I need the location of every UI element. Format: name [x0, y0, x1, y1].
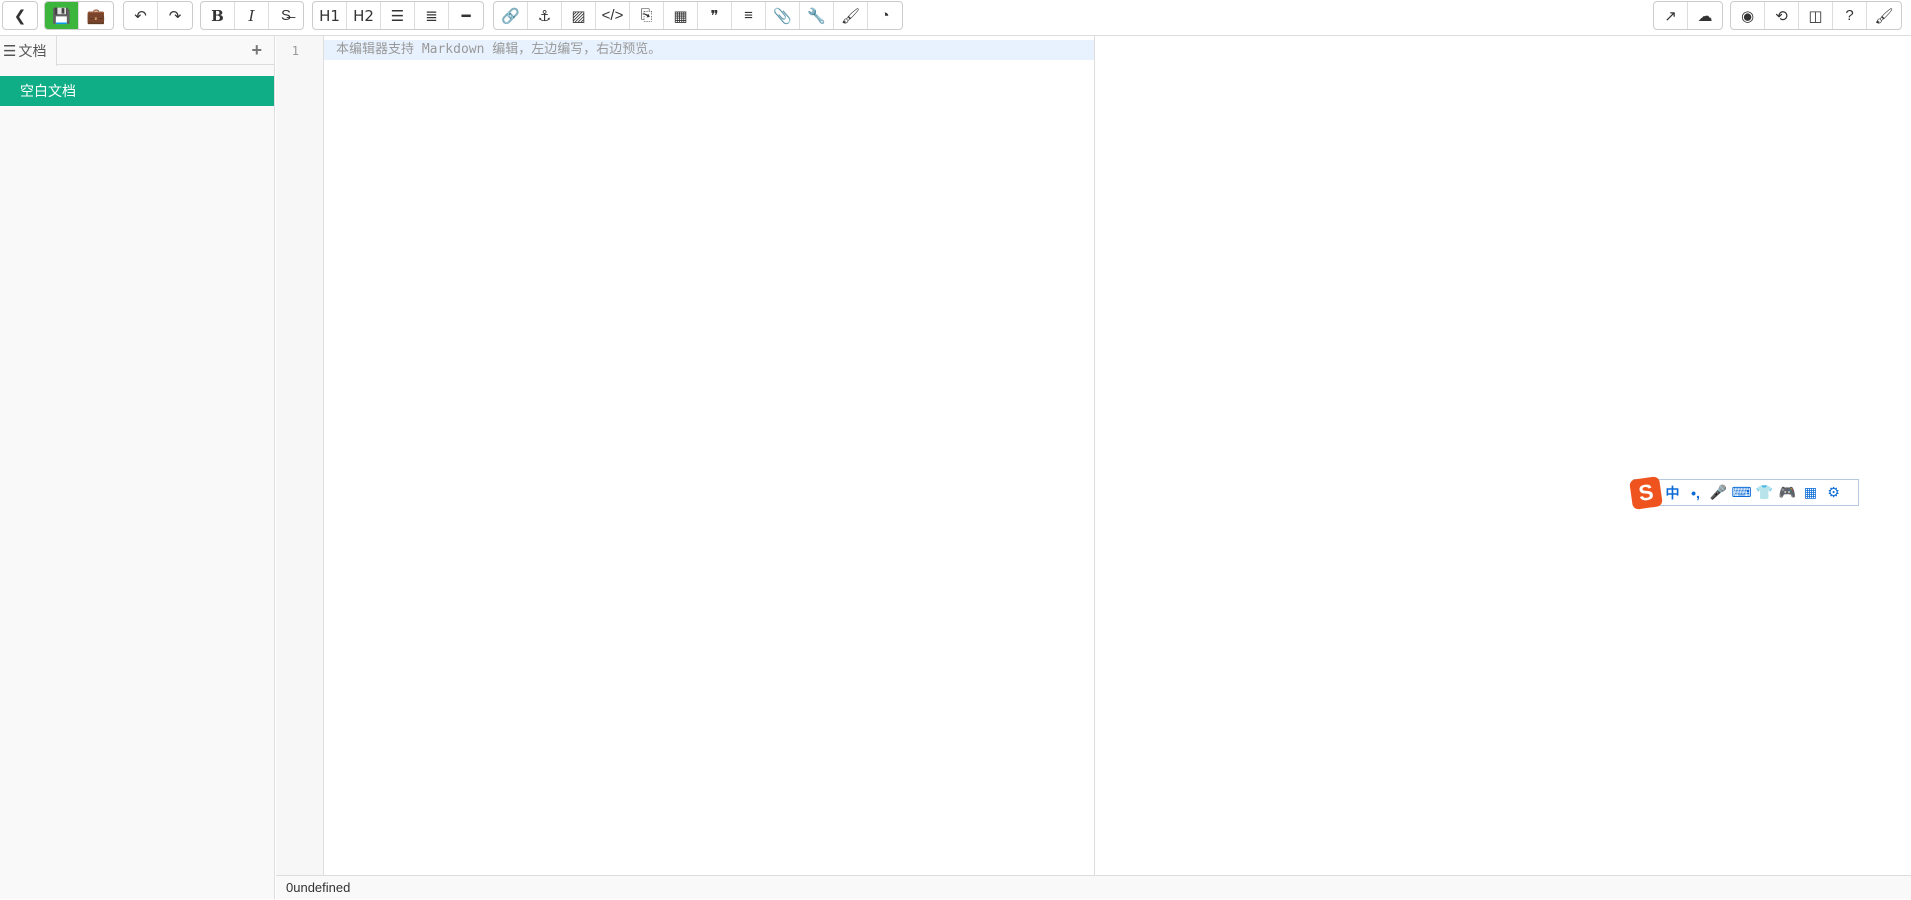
ordered-list-icon: ≣	[425, 7, 438, 25]
strikethrough-icon: S̶	[280, 7, 291, 24]
horizontal-rule-icon: ━	[461, 7, 471, 25]
external-link-button[interactable]: ↗	[1654, 2, 1688, 29]
bold-icon: B	[211, 6, 224, 25]
back-icon: ❮	[13, 7, 27, 25]
bold-button[interactable]: B	[201, 2, 235, 29]
code-button[interactable]: </>	[596, 2, 630, 29]
template-icon: ≡	[744, 7, 753, 24]
italic-button[interactable]: I	[235, 2, 269, 29]
eye-slash-icon: ◉	[1740, 7, 1755, 25]
code-block-icon: ⎘	[640, 7, 653, 24]
save-icon: 💾	[52, 7, 71, 25]
anchor-button[interactable]: ⚓	[528, 2, 562, 29]
document-item[interactable]: 空白文档	[0, 76, 274, 106]
preview-pane	[1096, 36, 1911, 875]
h2-button[interactable]: H2	[347, 2, 381, 29]
undo-icon: ↶	[134, 7, 147, 25]
ime-logo[interactable]: S	[1629, 475, 1663, 510]
briefcase-button[interactable]: 💼	[79, 2, 113, 29]
quote-icon: ❞	[710, 7, 719, 25]
redo-button[interactable]: ↷	[158, 2, 192, 29]
redo-icon: ↷	[168, 7, 182, 25]
wrench-button[interactable]: 🔧	[800, 2, 834, 29]
cloud-upload-button[interactable]: ☁	[1688, 2, 1722, 29]
code-block-button[interactable]: ⎘	[630, 2, 664, 29]
toolbar-group: ◉ ⟲ ◫? 🖌	[1730, 1, 1902, 30]
add-document-button[interactable]: +	[251, 40, 262, 61]
line-gutter: 1	[276, 36, 324, 875]
tab-documents[interactable]: ☰ 文档	[0, 36, 57, 66]
eye-slash-button[interactable]: ◉	[1731, 2, 1765, 29]
ime-item-icon[interactable]: 👕	[1753, 484, 1776, 501]
ime-item-icon[interactable]: •,	[1684, 485, 1707, 501]
ime-item-icon[interactable]: 🎮	[1776, 484, 1799, 501]
quote-button[interactable]: ❞	[698, 2, 732, 29]
link-button[interactable]: 🔗	[494, 2, 528, 29]
editor-toolbar: ❮ 💾 💼 ↶ ↷ B I S̶ H1 H2 ☰ ≣ ━ 🔗 ⚓ ▨ </> ⎘ ▦ ❞ ≡ 📎 🔧 🖌 ◔ ↗ ☁ ◉ ⟲ ◫? 🖌	[0, 0, 1911, 36]
anchor-icon: ⚓	[537, 7, 552, 25]
table-button[interactable]: ▦	[664, 2, 698, 29]
horizontal-rule-button[interactable]: ━	[449, 2, 483, 29]
columns-icon: ◫	[1808, 7, 1823, 25]
toolbar-group: 💾 💼	[44, 1, 114, 30]
toolbar-group: ❮	[2, 1, 38, 30]
history-icon: ⟲	[1775, 7, 1788, 25]
ime-toolbar: S 中 •, 🎤 ⌨ 👕 🎮 ▦ ⚙	[1629, 475, 1859, 510]
briefcase-icon: 💼	[86, 7, 106, 25]
image-icon: ▨	[571, 7, 586, 25]
back-button[interactable]: ❮	[3, 2, 37, 29]
save-button[interactable]: 💾	[45, 2, 79, 29]
italic-icon: I	[248, 6, 255, 25]
tab-label: 文档	[18, 43, 47, 59]
status-bar: 0undefined	[276, 875, 1911, 899]
external-link-icon: ↗	[1664, 7, 1677, 25]
brush-icon: 🖌	[840, 7, 861, 25]
table-icon: ▦	[673, 7, 688, 25]
ime-item-icon[interactable]: 中	[1661, 483, 1684, 503]
editor-placeholder: 本编辑器支持 Markdown 编辑，左边编写，右边预览。	[324, 40, 1094, 60]
h1-button[interactable]: H1	[313, 2, 347, 29]
toolbar-group: H1 H2 ☰ ≣ ━	[312, 1, 484, 30]
strikethrough-button[interactable]: S̶	[269, 2, 303, 29]
sidebar-header: ☰ 文档 +	[0, 36, 274, 66]
brush-button[interactable]: 🖌	[834, 2, 868, 29]
ime-item-icon[interactable]: 🎤	[1707, 484, 1730, 501]
sidebar: ☰ 文档 + 空白文档	[0, 36, 275, 899]
unordered-list-button[interactable]: ☰	[381, 2, 415, 29]
unordered-list-icon: ☰	[390, 7, 405, 25]
menu-icon: ☰	[3, 43, 17, 60]
theme-brush-icon: 🖌	[1874, 7, 1894, 25]
history-button[interactable]: ⟲	[1765, 2, 1799, 29]
attachment-icon: 📎	[773, 7, 792, 25]
help-button[interactable]: ?	[1833, 2, 1867, 29]
ime-item-icon[interactable]: ⚙	[1822, 484, 1845, 501]
wrench-icon: 🔧	[807, 7, 826, 25]
toolbar-group: ↗ ☁	[1653, 1, 1723, 30]
cloud-upload-icon: ☁	[1697, 7, 1713, 25]
link-icon: 🔗	[501, 7, 520, 25]
line-number: 1	[291, 44, 299, 58]
ordered-list-button[interactable]: ≣	[415, 2, 449, 29]
image-button[interactable]: ▨	[562, 2, 596, 29]
ime-item-icon[interactable]: ⌨	[1730, 484, 1753, 501]
h2-icon: H2	[353, 6, 374, 25]
template-button[interactable]: ≡	[732, 2, 766, 29]
toolbar-group: B I S̶	[200, 1, 304, 30]
attachment-button[interactable]: 📎	[766, 2, 800, 29]
ime-item-icon[interactable]: ▦	[1799, 484, 1822, 501]
toolbar-group: 🔗 ⚓ ▨ </> ⎘ ▦ ❞ ≡ 📎 🔧 🖌 ◔	[493, 1, 903, 30]
code-icon: </>	[601, 7, 624, 24]
dashboard-icon: ◔	[880, 7, 890, 24]
columns-button[interactable]: ◫	[1799, 2, 1833, 29]
markdown-editor[interactable]: 本编辑器支持 Markdown 编辑，左边编写，右边预览。	[324, 36, 1095, 875]
theme-brush-button[interactable]: 🖌	[1867, 2, 1901, 29]
toolbar-group: ↶ ↷	[123, 1, 193, 30]
undo-button[interactable]: ↶	[124, 2, 158, 29]
help-icon: ?	[1845, 7, 1854, 24]
h1-icon: H1	[319, 6, 340, 25]
dashboard-button[interactable]: ◔	[868, 2, 902, 29]
